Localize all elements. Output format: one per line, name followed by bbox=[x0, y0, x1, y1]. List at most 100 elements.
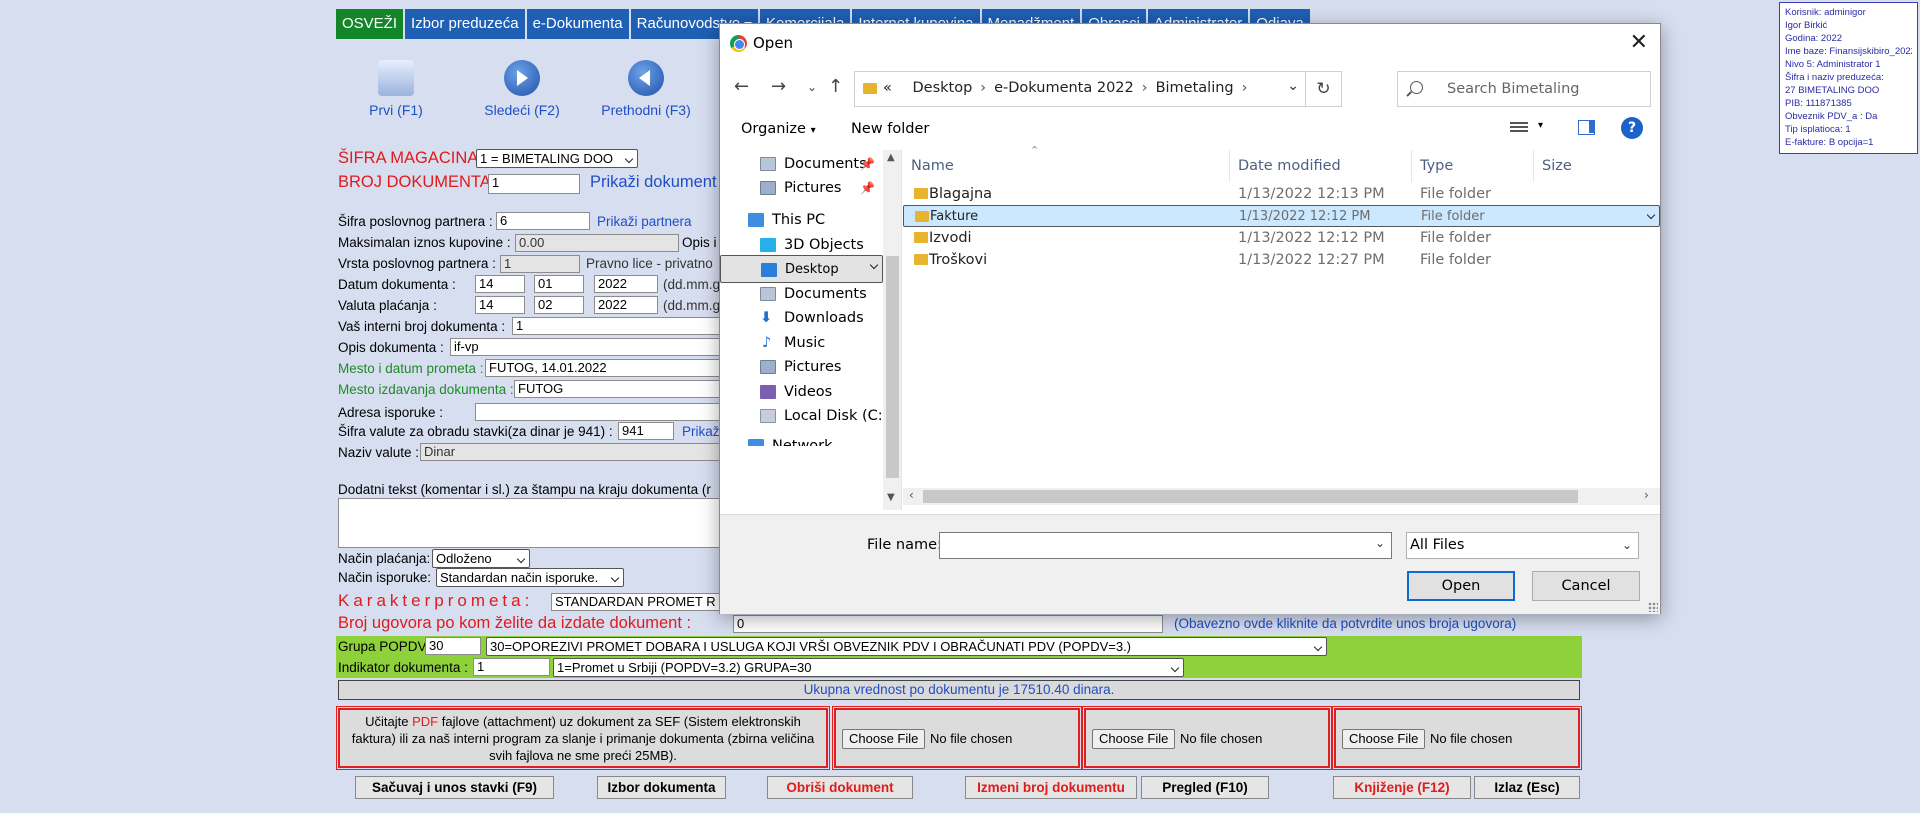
prikazi-dokument-link[interactable]: Prikaži dokument bbox=[590, 173, 717, 192]
nav-e-dokumenta[interactable]: e-Dokumenta bbox=[526, 9, 629, 39]
nacin-isporuke-select[interactable]: Standardan način isporuke. bbox=[436, 568, 624, 587]
resize-grip-icon[interactable] bbox=[1648, 602, 1658, 612]
magacin-select[interactable]: 1 = BIMETALING DOO bbox=[476, 149, 638, 168]
partner-input[interactable]: 6 bbox=[496, 212, 590, 230]
valuta-month-input[interactable]: 02 bbox=[534, 296, 584, 314]
indikator-input[interactable]: 1 bbox=[473, 658, 550, 676]
interni-broj-input[interactable]: 1 bbox=[512, 317, 722, 335]
scroll-down-icon[interactable]: ▼ bbox=[887, 492, 895, 503]
preview-pane-icon[interactable] bbox=[1578, 120, 1595, 135]
file-type-select[interactable]: All Files ⌄ bbox=[1406, 532, 1639, 559]
file-name-input[interactable]: ⌄ bbox=[939, 532, 1392, 559]
datum-month-input[interactable]: 01 bbox=[534, 275, 584, 293]
file-row[interactable]: Troškovi 1/13/2022 12:27 PM File folder bbox=[903, 249, 1660, 271]
valuta-day-input[interactable]: 14 bbox=[475, 296, 525, 314]
choose-file-button-3[interactable]: Choose File bbox=[1342, 729, 1426, 749]
dodatni-tekst-textarea[interactable] bbox=[338, 498, 720, 548]
choose-file-button-1[interactable]: Choose File bbox=[842, 729, 926, 749]
address-bar[interactable]: « Desktop › e-Dokumenta 2022 › Bimetaling › ⌄… bbox=[854, 71, 1342, 107]
scroll-thumb[interactable] bbox=[886, 256, 899, 478]
column-date-modified[interactable]: Date modified bbox=[1230, 150, 1412, 182]
first-button[interactable]: Prvi (F1) bbox=[336, 60, 456, 118]
nav-osvezi[interactable]: OSVEŽI bbox=[336, 9, 404, 39]
recent-chevron-icon[interactable]: ⌄ bbox=[807, 80, 817, 94]
nav-item-local-disk[interactable]: Local Disk (C:) bbox=[720, 402, 888, 430]
popdv-input[interactable]: 30 bbox=[425, 637, 481, 655]
mesto-izdavanja-input[interactable]: FUTOG bbox=[514, 380, 720, 398]
scroll-right-icon[interactable]: › bbox=[1644, 488, 1649, 502]
scroll-thumb[interactable] bbox=[923, 490, 1578, 503]
next-button[interactable]: Sledeći (F2) bbox=[462, 60, 582, 118]
datum-year-input[interactable]: 2022 bbox=[594, 275, 658, 293]
view-list-icon[interactable] bbox=[1510, 120, 1528, 136]
organize-button[interactable]: Organize ▾ bbox=[741, 121, 816, 137]
scroll-up-icon[interactable]: ▲ bbox=[887, 152, 895, 163]
pregled-button[interactable]: Pregled (F10) bbox=[1141, 776, 1269, 799]
new-folder-button[interactable]: New folder bbox=[851, 121, 929, 137]
cancel-button[interactable]: Cancel bbox=[1532, 571, 1640, 601]
file-row[interactable]: Izvodi 1/13/2022 12:12 PM File folder bbox=[903, 227, 1660, 249]
ugovor-input[interactable]: 0 bbox=[733, 615, 1163, 633]
view-options-chevron-icon[interactable]: ▾ bbox=[1538, 120, 1543, 131]
ugovor-confirm-link[interactable]: (Obavezno ovde kliknite da potvrdite uno… bbox=[1174, 616, 1516, 631]
prikazi-valutu-link[interactable]: Prikaž bbox=[682, 424, 720, 439]
nav-item-this-pc[interactable]: This PC bbox=[720, 206, 883, 234]
indikator-select[interactable]: 1=Promet u Srbiji (POPDV=3.2) GRUPA=30 bbox=[553, 658, 1184, 677]
nav-item-desktop[interactable]: Desktop bbox=[720, 255, 883, 283]
nav-scrollbar[interactable]: ▲ ▼ bbox=[883, 150, 901, 510]
breadcrumb-overflow[interactable]: « bbox=[883, 80, 892, 96]
back-arrow-icon[interactable]: ← bbox=[734, 76, 749, 97]
search-icon bbox=[1410, 81, 1423, 94]
open-button[interactable]: Open bbox=[1407, 571, 1515, 601]
breadcrumb-desktop[interactable]: Desktop bbox=[912, 80, 972, 96]
documents-icon bbox=[760, 287, 776, 301]
mesto-prometa-input[interactable]: FUTOG, 14.01.2022 bbox=[485, 359, 720, 377]
folder-icon bbox=[914, 188, 928, 199]
horizontal-scrollbar[interactable]: ‹ › bbox=[903, 488, 1660, 505]
column-name[interactable]: Name bbox=[903, 150, 1230, 182]
close-icon[interactable]: ✕ bbox=[1630, 30, 1648, 55]
up-arrow-icon[interactable]: ↑ bbox=[828, 76, 843, 97]
file-date: 1/13/2022 12:12 PM bbox=[1238, 230, 1385, 246]
datum-day-input[interactable]: 14 bbox=[475, 275, 525, 293]
chevron-down-icon[interactable]: ⌄ bbox=[1375, 536, 1385, 550]
izbor-dokumenta-button[interactable]: Izbor dokumenta bbox=[597, 776, 726, 799]
prev-button[interactable]: Prethodni (F3) bbox=[586, 60, 706, 118]
nav-item-downloads[interactable]: ⬇ Downloads bbox=[720, 304, 883, 332]
popdv-select[interactable]: 30=OPOREZIVI PROMET DOBARA I USLUGA KOJI… bbox=[486, 637, 1327, 656]
opis-input[interactable]: if-vp bbox=[450, 338, 720, 356]
nav-item-network[interactable]: Network bbox=[720, 432, 883, 446]
refresh-icon[interactable]: ↻ bbox=[1305, 72, 1341, 106]
izlaz-button[interactable]: Izlaz (Esc) bbox=[1474, 776, 1580, 799]
file-row[interactable]: Fakture 1/13/2022 12:12 PM File folder bbox=[903, 205, 1660, 227]
chevron-down-icon[interactable]: ⌄ bbox=[1287, 78, 1299, 94]
obrisi-dokument-button[interactable]: Obriši dokument bbox=[767, 776, 913, 799]
nav-izbor-preduzeca[interactable]: Izbor preduzeća bbox=[405, 9, 525, 39]
dodatni-tekst-label: Dodatni tekst (komentar i sl.) za štampu… bbox=[338, 482, 711, 497]
choose-file-button-2[interactable]: Choose File bbox=[1092, 729, 1176, 749]
save-and-items-button[interactable]: Sačuvaj i unos stavki (F9) bbox=[355, 776, 554, 799]
nacin-placanja-select[interactable]: Odloženo bbox=[432, 549, 530, 568]
mesto-prometa-label: Mesto i datum prometa : bbox=[338, 361, 484, 376]
izmeni-broj-button[interactable]: Izmeni broj dokumentu bbox=[965, 776, 1137, 799]
file-row[interactable]: Blagajna 1/13/2022 12:13 PM File folder bbox=[903, 183, 1660, 205]
scroll-left-icon[interactable]: ‹ bbox=[909, 488, 914, 502]
broj-dokumenta-input[interactable]: 1 bbox=[488, 174, 580, 194]
breadcrumb-e-dokumenta[interactable]: e-Dokumenta 2022 bbox=[994, 80, 1134, 96]
search-box[interactable]: Search Bimetaling bbox=[1397, 71, 1651, 107]
popdv-label: Grupa POPDV: bbox=[338, 639, 430, 654]
forward-arrow-icon[interactable]: → bbox=[771, 76, 786, 97]
sifra-valute-input[interactable]: 941 bbox=[618, 422, 674, 440]
nav-item-pictures-pinned[interactable]: Pictures 📌 bbox=[720, 174, 883, 202]
valuta-year-input[interactable]: 2022 bbox=[594, 296, 658, 314]
breadcrumb-bimetaling[interactable]: Bimetaling bbox=[1156, 80, 1234, 96]
column-type[interactable]: Type bbox=[1412, 150, 1534, 182]
column-size[interactable]: Size bbox=[1534, 150, 1660, 182]
prikazi-partnera-link[interactable]: Prikaži partnera bbox=[597, 214, 692, 229]
karakter-prometa-select[interactable]: STANDARDAN PROMET R bbox=[551, 593, 720, 611]
help-icon[interactable]: ? bbox=[1621, 117, 1643, 139]
file-type: File folder bbox=[1420, 252, 1491, 268]
knjizenje-button[interactable]: Knjiženje (F12) bbox=[1333, 776, 1471, 799]
adresa-input[interactable] bbox=[475, 403, 720, 421]
nav-item-pictures[interactable]: Pictures bbox=[720, 353, 883, 381]
